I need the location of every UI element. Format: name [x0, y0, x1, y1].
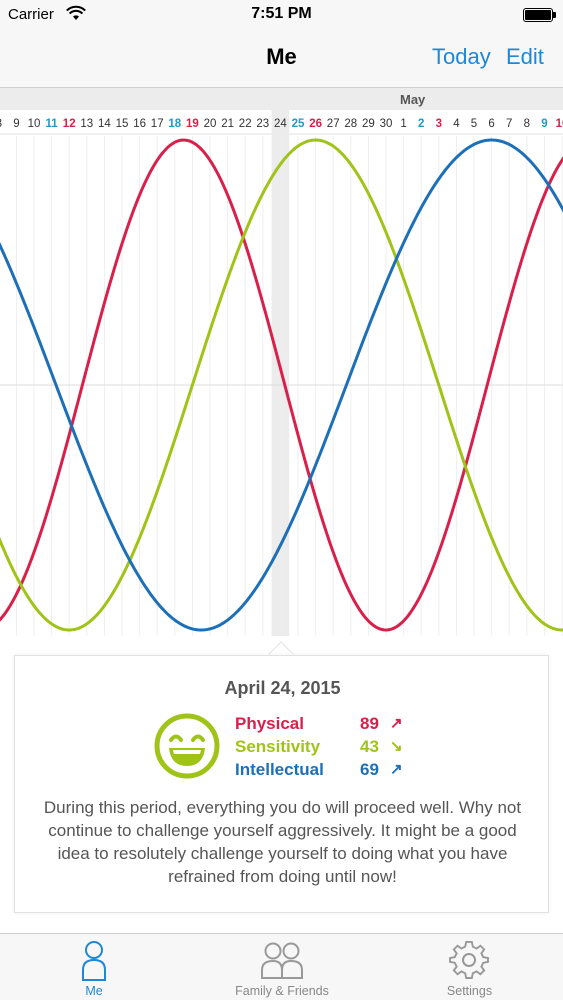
day-label[interactable]: 29: [362, 118, 375, 130]
tab-label-family-friends: Family & Friends: [235, 984, 329, 998]
day-label[interactable]: 13: [80, 118, 93, 130]
battery-icon: [523, 8, 556, 22]
day-label[interactable]: 24: [274, 118, 287, 130]
day-label[interactable]: 25: [292, 118, 305, 130]
fortune-message: During this period, everything you do wi…: [43, 798, 522, 886]
trend-arrow-icon: ↘: [390, 738, 403, 755]
day-label[interactable]: 12: [63, 118, 76, 130]
day-label[interactable]: 26: [309, 118, 322, 130]
stat-value: 89: [360, 714, 379, 733]
smiling-face-icon: [154, 713, 220, 779]
clock: 7:51 PM: [251, 5, 312, 22]
day-label[interactable]: 1: [400, 118, 406, 130]
month-strip: May: [0, 88, 563, 110]
stat-name: Sensitivity: [235, 737, 321, 756]
day-label[interactable]: 8: [524, 118, 530, 130]
navigation-bar: Me Today Edit: [0, 30, 563, 88]
stat-row-sensitivity: Sensitivity 43 ↘: [235, 737, 435, 759]
person-icon: [82, 941, 106, 981]
day-label[interactable]: 27: [327, 118, 340, 130]
stat-name: Intellectual: [235, 760, 324, 779]
day-label[interactable]: 28: [344, 118, 357, 130]
day-label[interactable]: 14: [98, 118, 111, 130]
stat-value: 43: [360, 737, 379, 756]
detail-card: April 24, 2015 Physical 89 ↗ Sensitivity 43 ↘…: [14, 655, 549, 913]
day-label[interactable]: 3: [436, 118, 442, 130]
tab-label-me: Me: [85, 984, 103, 998]
day-label[interactable]: 23: [256, 118, 269, 130]
day-label[interactable]: 17: [151, 118, 164, 130]
today-button[interactable]: Today: [432, 44, 491, 70]
tab-settings[interactable]: Settings: [376, 934, 563, 1000]
day-label[interactable]: 6: [488, 118, 494, 130]
two-people-icon: [261, 942, 303, 979]
day-label[interactable]: 10: [28, 118, 41, 130]
day-label[interactable]: 18: [168, 118, 181, 130]
stat-row-intellectual: Intellectual 69 ↗: [235, 760, 435, 782]
tab-me[interactable]: Me: [0, 934, 188, 1000]
chart-canvas[interactable]: 8910111213141516171819202122232425262728…: [0, 110, 563, 636]
edit-button[interactable]: Edit: [506, 44, 544, 70]
month-label: May: [400, 92, 426, 107]
day-label[interactable]: 19: [186, 118, 199, 130]
day-label[interactable]: 20: [204, 118, 217, 130]
tab-label-settings: Settings: [446, 984, 493, 998]
gear-icon: [449, 940, 489, 979]
selected-date: April 24, 2015: [224, 678, 341, 698]
biorhythm-chart[interactable]: May 891011121314151617181920212223242526…: [0, 88, 563, 636]
day-label[interactable]: 8: [0, 118, 2, 130]
day-label[interactable]: 16: [133, 118, 146, 130]
day-label[interactable]: 22: [239, 118, 252, 130]
day-label[interactable]: 10: [556, 118, 563, 130]
day-label[interactable]: 15: [116, 118, 129, 130]
day-label[interactable]: 30: [380, 118, 393, 130]
stat-row-physical: Physical 89 ↗: [235, 714, 435, 736]
day-label[interactable]: 5: [471, 118, 477, 130]
day-label[interactable]: 9: [541, 118, 547, 130]
day-label[interactable]: 11: [46, 118, 59, 130]
day-label[interactable]: 2: [418, 118, 424, 130]
trend-arrow-icon: ↗: [390, 715, 403, 732]
trend-arrow-icon: ↗: [390, 761, 403, 778]
stat-name: Physical: [235, 714, 304, 733]
stat-value: 69: [360, 760, 379, 779]
day-label[interactable]: 7: [506, 118, 512, 130]
tab-bar: Me Family & Friends Settings: [0, 933, 563, 1000]
day-label[interactable]: 9: [13, 118, 19, 130]
day-label[interactable]: 4: [453, 118, 460, 130]
day-label[interactable]: 21: [221, 118, 234, 130]
status-bar: Carrier 7:51 PM: [0, 0, 563, 30]
tab-family-friends[interactable]: Family & Friends: [188, 934, 376, 1000]
